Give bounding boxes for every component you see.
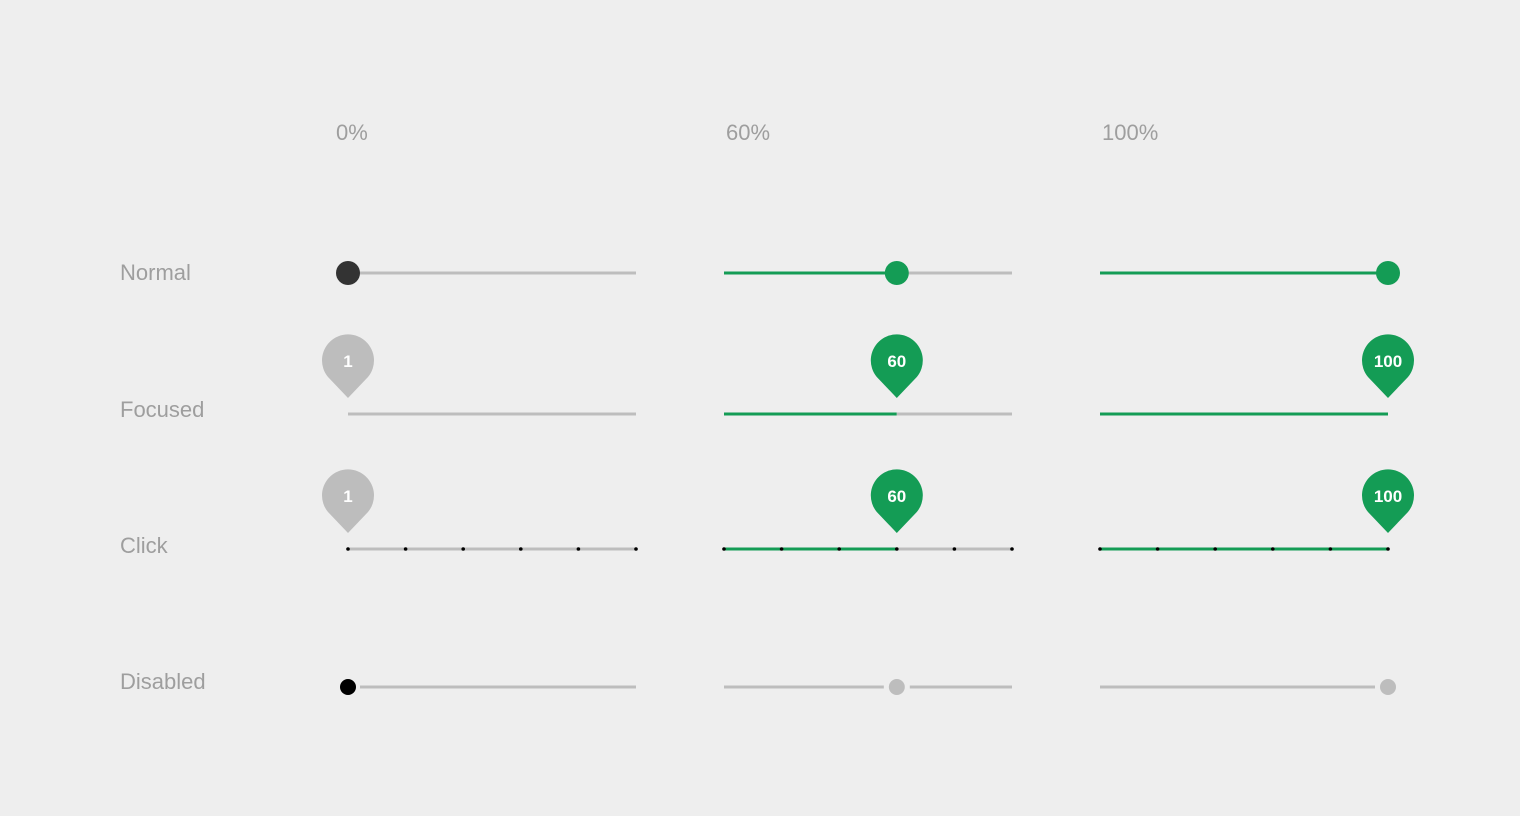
slider-focused-60-value-bubble-label: 60 xyxy=(887,352,906,371)
slider-click-0-tick xyxy=(403,547,408,551)
slider-focused-100-value-bubble-label: 100 xyxy=(1374,352,1402,371)
slider-click-100-tick xyxy=(1098,547,1102,551)
slider-disabled-100-thumb xyxy=(1380,679,1396,695)
slider-click-60-tick xyxy=(837,547,841,551)
slider-click-100-tick xyxy=(1213,547,1217,551)
slider-click-0-value-bubble-label: 1 xyxy=(343,487,352,506)
slider-click-100-tick xyxy=(1271,547,1275,551)
slider-grid: 1 1 60 60 100 100 xyxy=(322,261,1415,695)
slider-click-60-tick xyxy=(722,547,726,551)
slider-normal-100-thumb[interactable] xyxy=(1376,261,1400,285)
slider-disabled-60-thumb xyxy=(888,679,905,695)
slider-normal-0-thumb[interactable] xyxy=(336,261,360,285)
slider-click-60-tick xyxy=(895,547,899,551)
slider-click-60-tick xyxy=(779,547,784,551)
slider-click-100-tick xyxy=(1328,547,1333,551)
slider-click-0-tick xyxy=(346,547,350,551)
slider-click-100-tick xyxy=(1155,547,1160,551)
slider-click-100-tick xyxy=(1386,547,1390,551)
slider-click-0-tick xyxy=(576,547,581,551)
slider-focused-0-value-bubble-label: 1 xyxy=(343,352,352,371)
slider-click-60-tick xyxy=(1010,547,1014,551)
slider-click-60-tick xyxy=(952,547,957,551)
slider-disabled-0-thumb xyxy=(340,679,356,695)
slider-click-0-tick xyxy=(519,547,523,551)
slider-normal-60-thumb[interactable] xyxy=(884,261,909,285)
slider-click-0-tick xyxy=(461,547,466,551)
slider-click-0-tick xyxy=(634,547,638,551)
slider-click-100-value-bubble-label: 100 xyxy=(1374,487,1402,506)
slider-click-60-value-bubble-label: 60 xyxy=(887,487,906,506)
